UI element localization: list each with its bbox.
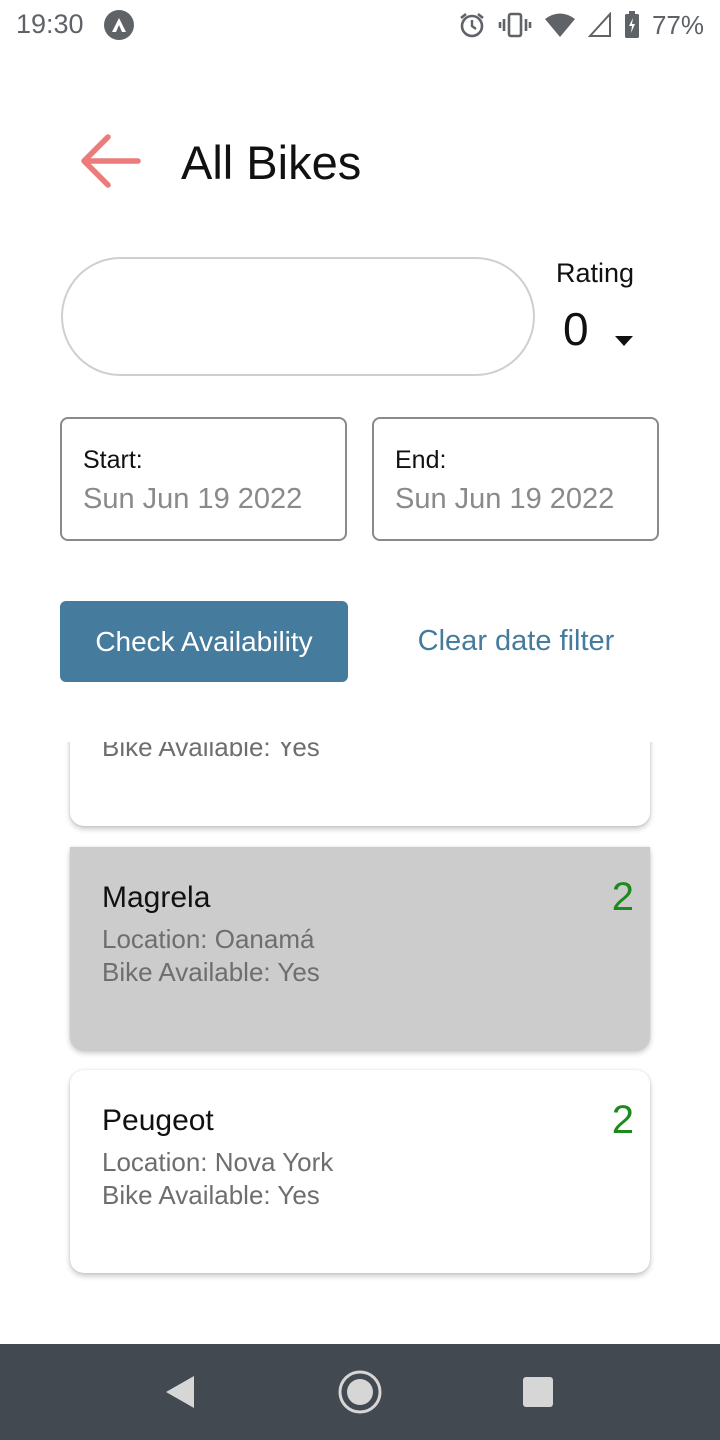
start-date-label: Start: [83, 446, 143, 474]
bike-card[interactable]: Bike Available: Yes [70, 742, 650, 826]
bike-card[interactable]: Peugeot Location: Nova York Bike Availab… [70, 1070, 650, 1273]
bike-location: Location: Oanamá [102, 924, 315, 954]
back-button[interactable] [74, 128, 148, 194]
bike-rating: 2 [611, 875, 634, 919]
bike-name: Peugeot [102, 1104, 214, 1137]
bike-name: Magrela [102, 881, 211, 914]
cell-signal-icon [587, 12, 612, 38]
battery-percent: 77% [651, 9, 704, 40]
system-nav-bar [0, 1344, 720, 1440]
end-date-picker[interactable]: End: Sun Jun 19 2022 [372, 417, 659, 541]
status-bar: 19:30 77% [0, 0, 720, 50]
rating-label: Rating [556, 258, 635, 288]
home-circle-icon [338, 1370, 382, 1414]
bike-location: Location: Nova York [102, 1147, 334, 1177]
nav-home-button[interactable] [336, 1368, 384, 1416]
rating-select[interactable]: 0 [556, 300, 656, 360]
search-input[interactable] [61, 257, 535, 376]
rating-value: 0 [563, 303, 589, 355]
clear-date-filter-link[interactable]: Clear date filter [372, 601, 660, 682]
nav-recents-button[interactable] [514, 1368, 562, 1416]
caret-down-icon [615, 336, 633, 346]
status-icons: 77% [458, 8, 704, 42]
arrow-left-icon [81, 134, 141, 188]
bike-card-selected[interactable]: Magrela Location: Oanamá Bike Available:… [70, 847, 650, 1050]
start-date-picker[interactable]: Start: Sun Jun 19 2022 [60, 417, 347, 541]
status-time: 19:30 [16, 9, 84, 39]
wifi-icon [544, 12, 576, 38]
alarm-icon [458, 11, 486, 39]
recents-square-icon [523, 1377, 553, 1407]
page-title: All Bikes [181, 136, 362, 189]
check-availability-button[interactable]: Check Availability [60, 601, 348, 682]
vibrate-icon [498, 11, 532, 39]
back-triangle-icon [166, 1376, 194, 1408]
bike-list[interactable]: Bike Available: Yes Magrela Location: Oa… [60, 742, 660, 1284]
end-date-label: End: [395, 446, 447, 474]
bike-rating: 2 [611, 1098, 634, 1142]
app-notification-icon [104, 10, 134, 40]
nav-back-button[interactable] [156, 1368, 204, 1416]
battery-icon [624, 11, 640, 39]
end-date-value: Sun Jun 19 2022 [395, 483, 615, 515]
bike-availability: Bike Available: Yes [102, 742, 320, 762]
bike-availability: Bike Available: Yes [102, 1180, 320, 1210]
start-date-value: Sun Jun 19 2022 [83, 483, 303, 515]
bike-availability: Bike Available: Yes [102, 957, 320, 987]
